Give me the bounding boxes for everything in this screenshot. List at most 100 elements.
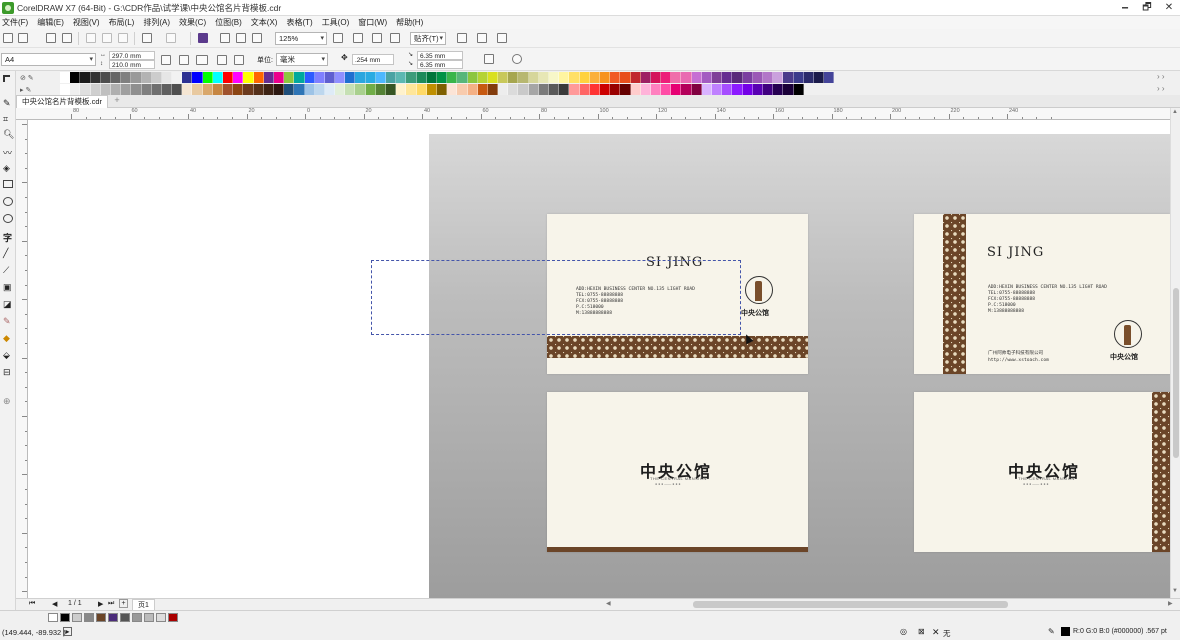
color-swatch[interactable] (671, 84, 682, 95)
color-swatch[interactable] (182, 84, 193, 95)
color-swatch[interactable] (406, 72, 417, 83)
drop-shadow-tool-icon[interactable]: ▣ (3, 282, 13, 292)
add-icon[interactable] (512, 54, 522, 64)
color-swatch[interactable] (141, 72, 152, 83)
first-page-icon[interactable]: ⏮ (29, 600, 35, 608)
color-swatch[interactable] (80, 84, 91, 95)
color-swatch[interactable] (386, 84, 397, 95)
document-color-swatch[interactable] (168, 613, 178, 622)
color-swatch[interactable] (773, 72, 784, 83)
color-swatch[interactable] (141, 84, 152, 95)
color-swatch[interactable] (212, 72, 223, 83)
duplicate-distance-x-field[interactable]: 6.35 mm (417, 51, 463, 60)
new-document-icon[interactable] (3, 33, 13, 43)
color-swatch[interactable] (273, 72, 285, 83)
customize-toolbox-icon[interactable]: ⊕ (3, 396, 13, 406)
color-swatch[interactable] (406, 84, 417, 95)
color-swatch[interactable] (701, 72, 712, 83)
publish-pdf-icon[interactable] (252, 33, 262, 43)
color-swatch[interactable] (365, 72, 376, 83)
color-swatch[interactable] (620, 72, 631, 83)
color-swatch[interactable] (386, 72, 397, 83)
color-swatch[interactable] (396, 84, 407, 95)
options-icon[interactable] (457, 33, 467, 43)
color-swatch[interactable] (324, 84, 336, 95)
menu-window[interactable]: 窗口(W) (355, 17, 393, 28)
snap-to-dropdown[interactable]: 贴齐(T) (410, 32, 446, 45)
color-swatch[interactable] (681, 84, 692, 95)
color-swatch[interactable] (284, 84, 295, 95)
color-swatch[interactable] (253, 72, 264, 83)
color-swatch[interactable] (273, 84, 285, 95)
color-swatch[interactable] (314, 72, 325, 83)
scroll-up-icon[interactable]: ▲ (1172, 109, 1178, 115)
palette-menu-icon[interactable]: › › (1157, 84, 1165, 93)
color-swatch[interactable] (355, 84, 366, 95)
freehand-tool-icon[interactable]: 〰 (3, 146, 13, 158)
treat-as-filled-icon[interactable] (484, 54, 494, 64)
zoom-tool-icon[interactable]: 🔍︎ (3, 129, 14, 139)
polygon-tool-icon[interactable] (3, 214, 13, 223)
color-swatch[interactable] (783, 72, 794, 83)
transparency-tool-icon[interactable]: ◪ (3, 299, 13, 309)
color-swatch[interactable] (202, 84, 213, 95)
add-tab-icon[interactable]: + (112, 96, 122, 106)
previous-page-icon[interactable]: ◀ (52, 600, 57, 608)
landscape-icon[interactable] (196, 55, 208, 65)
export-icon[interactable] (236, 33, 246, 43)
color-swatch[interactable] (426, 72, 437, 83)
color-swatch[interactable] (314, 84, 325, 95)
outline-pen-icon[interactable]: ⊟ (3, 367, 13, 377)
color-swatch[interactable] (813, 72, 825, 83)
color-swatch[interactable] (824, 72, 835, 83)
color-swatch[interactable] (467, 72, 478, 83)
restore-icon[interactable]: 🗗 (1136, 0, 1158, 16)
color-swatch[interactable] (192, 84, 203, 95)
color-swatch[interactable] (528, 72, 539, 83)
full-screen-preview-icon[interactable] (333, 33, 343, 43)
color-swatch[interactable] (294, 84, 305, 95)
color-swatch[interactable] (243, 72, 254, 83)
menu-layout[interactable]: 布局(L) (106, 17, 141, 28)
color-swatch[interactable] (151, 84, 162, 95)
color-swatch[interactable] (498, 84, 509, 95)
zoom-level-dropdown[interactable]: 125% (275, 32, 327, 45)
menu-edit[interactable]: 编辑(E) (34, 17, 70, 28)
color-swatch[interactable] (783, 84, 794, 95)
color-swatch[interactable] (223, 72, 234, 83)
color-swatch[interactable] (182, 72, 193, 83)
scroll-down-icon[interactable]: ▼ (1172, 588, 1178, 594)
color-swatch[interactable] (161, 84, 173, 95)
color-swatch[interactable] (447, 84, 458, 95)
color-swatch[interactable] (579, 84, 590, 95)
menu-help[interactable]: 帮助(H) (393, 17, 429, 28)
color-swatch[interactable] (416, 84, 427, 95)
menu-text[interactable]: 文本(X) (248, 17, 284, 28)
color-swatch[interactable] (90, 72, 101, 83)
menu-view[interactable]: 视图(V) (70, 17, 106, 28)
copy-icon[interactable] (102, 33, 112, 43)
document-color-swatch[interactable] (84, 613, 94, 622)
color-swatch[interactable] (610, 72, 621, 83)
color-swatch[interactable] (661, 84, 672, 95)
color-swatch[interactable] (559, 84, 570, 95)
color-swatch[interactable] (518, 72, 529, 83)
paste-icon[interactable] (118, 33, 128, 43)
color-swatch[interactable] (559, 72, 570, 83)
connector-tool-icon[interactable]: ⟋ (3, 265, 13, 275)
vertical-ruler[interactable] (16, 120, 28, 598)
color-swatch[interactable] (732, 72, 743, 83)
color-swatch[interactable] (630, 72, 641, 83)
color-swatch[interactable] (447, 72, 458, 83)
color-swatch[interactable] (549, 72, 560, 83)
document-tab[interactable]: 中央公馆名片背模板.cdr (16, 95, 109, 108)
color-swatch[interactable] (335, 84, 346, 95)
color-swatch[interactable] (508, 72, 519, 83)
close-icon[interactable]: ✕ (1158, 0, 1180, 16)
color-swatch[interactable] (223, 84, 234, 95)
color-swatch[interactable] (192, 72, 203, 83)
color-swatch[interactable] (110, 72, 122, 83)
page-border-icon[interactable] (234, 55, 244, 65)
color-swatch[interactable] (681, 72, 692, 83)
color-swatch[interactable] (457, 84, 468, 95)
